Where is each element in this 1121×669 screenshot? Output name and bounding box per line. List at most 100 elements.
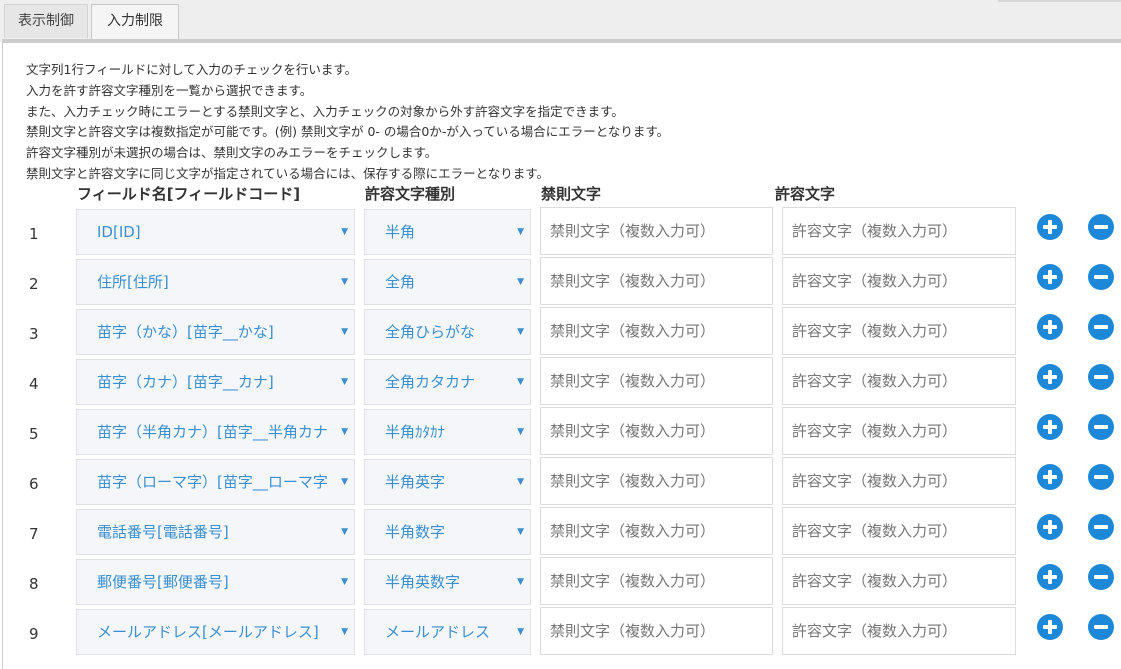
allowed-chars-input[interactable]	[782, 307, 1016, 355]
restriction-row: 5 苗字（半角カナ）[苗字__半角カナ] ▼ 半角ｶﾀｶﾅ ▼	[0, 407, 1121, 459]
char-type-select-value: 半角ｶﾀｶﾅ	[385, 423, 446, 441]
restriction-row: 7 電話番号[電話番号] ▼ 半角数字 ▼	[0, 507, 1121, 559]
remove-row-button[interactable]	[1088, 314, 1114, 340]
field-select[interactable]: 苗字（ローマ字）[苗字__ローマ字] ▼	[76, 459, 355, 505]
plus-icon-bar	[1048, 270, 1052, 284]
forbidden-chars-input[interactable]	[540, 457, 773, 505]
plus-icon-bar	[1048, 520, 1052, 534]
description-line: 文字列1行フィールドに対して入力のチェックを行います。	[26, 62, 358, 77]
remove-row-button[interactable]	[1088, 214, 1114, 240]
allowed-chars-input[interactable]	[782, 507, 1016, 555]
char-type-select[interactable]: 全角 ▼	[364, 259, 531, 305]
char-type-select[interactable]: メールアドレス ▼	[364, 609, 531, 655]
column-header-deny: 禁則文字	[541, 185, 602, 203]
field-select[interactable]: メールアドレス[メールアドレス] ▼	[76, 609, 355, 655]
forbidden-chars-input[interactable]	[540, 257, 773, 305]
plus-icon-bar	[1048, 570, 1052, 584]
field-select[interactable]: 住所[住所] ▼	[76, 259, 355, 305]
forbidden-chars-input[interactable]	[540, 307, 773, 355]
chevron-down-icon: ▼	[517, 477, 524, 487]
plus-icon-bar	[1048, 370, 1052, 384]
forbidden-chars-input[interactable]	[540, 507, 773, 555]
char-type-select[interactable]: 半角ｶﾀｶﾅ ▼	[364, 409, 531, 455]
allowed-chars-input[interactable]	[782, 557, 1016, 605]
row-number: 9	[29, 625, 39, 643]
field-select-value: ID[ID]	[97, 223, 141, 241]
field-select-value: 苗字（ローマ字）[苗字__ローマ字]	[97, 473, 329, 491]
field-select[interactable]: ID[ID] ▼	[76, 209, 355, 255]
chevron-down-icon: ▼	[341, 627, 348, 637]
remove-row-button[interactable]	[1088, 614, 1114, 640]
field-select[interactable]: 苗字（かな）[苗字__かな] ▼	[76, 309, 355, 355]
chevron-down-icon: ▼	[517, 227, 524, 237]
description: 文字列1行フィールドに対して入力のチェックを行います。 入力を許す許容文字種別を…	[26, 60, 669, 185]
forbidden-chars-input[interactable]	[540, 407, 773, 455]
add-row-button[interactable]	[1037, 214, 1063, 240]
minus-icon-bar	[1094, 475, 1108, 479]
plus-icon-bar	[1048, 620, 1052, 634]
add-row-button[interactable]	[1037, 464, 1063, 490]
forbidden-chars-input[interactable]	[540, 557, 773, 605]
chevron-down-icon: ▼	[341, 227, 348, 237]
chevron-down-icon: ▼	[517, 627, 524, 637]
restriction-row: 9 メールアドレス[メールアドレス] ▼ メールアドレス ▼	[0, 607, 1121, 659]
allowed-chars-input[interactable]	[782, 457, 1016, 505]
chevron-down-icon: ▼	[517, 527, 524, 537]
field-select-value: 電話番号[電話番号]	[97, 523, 229, 541]
tab-input-restriction[interactable]: 入力制限	[91, 4, 179, 41]
add-row-button[interactable]	[1037, 364, 1063, 390]
remove-row-button[interactable]	[1088, 464, 1114, 490]
row-number: 7	[29, 525, 39, 543]
forbidden-chars-input[interactable]	[540, 357, 773, 405]
char-type-select[interactable]: 半角 ▼	[364, 209, 531, 255]
field-select[interactable]: 電話番号[電話番号] ▼	[76, 509, 355, 555]
add-row-button[interactable]	[1037, 514, 1063, 540]
char-type-select-value: 全角	[385, 273, 416, 291]
remove-row-button[interactable]	[1088, 364, 1114, 390]
restriction-row: 6 苗字（ローマ字）[苗字__ローマ字] ▼ 半角英字 ▼	[0, 457, 1121, 509]
field-select[interactable]: 苗字（カナ）[苗字__カナ] ▼	[76, 359, 355, 405]
chevron-down-icon: ▼	[517, 377, 524, 387]
chevron-down-icon: ▼	[517, 277, 524, 287]
add-row-button[interactable]	[1037, 564, 1063, 590]
char-type-select[interactable]: 半角数字 ▼	[364, 509, 531, 555]
add-row-button[interactable]	[1037, 414, 1063, 440]
forbidden-chars-input[interactable]	[540, 207, 773, 255]
field-select[interactable]: 苗字（半角カナ）[苗字__半角カナ] ▼	[76, 409, 355, 455]
tab-bar-edge	[998, 0, 1121, 2]
row-number: 3	[29, 325, 39, 343]
minus-icon-bar	[1094, 625, 1108, 629]
field-select[interactable]: 郵便番号[郵便番号] ▼	[76, 559, 355, 605]
forbidden-chars-input[interactable]	[540, 607, 773, 655]
allowed-chars-input[interactable]	[782, 257, 1016, 305]
allowed-chars-input[interactable]	[782, 207, 1016, 255]
char-type-select-value: 半角数字	[385, 523, 446, 541]
tab-bar: 表示制御 入力制限	[0, 0, 1121, 42]
char-type-select[interactable]: 全角カタカナ ▼	[364, 359, 531, 405]
description-line: また、入力チェック時にエラーとする禁則文字と、入力チェックの対象から外す許容文字…	[26, 103, 624, 119]
description-line: 禁則文字と許容文字は複数指定が可能です。(例) 禁則文字が 0- の場合0か-が…	[26, 124, 670, 140]
remove-row-button[interactable]	[1088, 564, 1114, 590]
remove-row-button[interactable]	[1088, 414, 1114, 440]
restriction-row: 4 苗字（カナ）[苗字__カナ] ▼ 全角カタカナ ▼	[0, 357, 1121, 409]
char-type-select[interactable]: 半角英字 ▼	[364, 459, 531, 505]
allowed-chars-input[interactable]	[782, 407, 1016, 455]
add-row-button[interactable]	[1037, 264, 1063, 290]
chevron-down-icon: ▼	[341, 527, 348, 537]
char-type-select-value: 半角英字	[385, 473, 446, 491]
remove-row-button[interactable]	[1088, 514, 1114, 540]
remove-row-button[interactable]	[1088, 264, 1114, 290]
field-select-value: メールアドレス[メールアドレス]	[97, 623, 319, 641]
add-row-button[interactable]	[1037, 314, 1063, 340]
char-type-select-value: 全角カタカナ	[385, 373, 476, 391]
plus-icon-bar	[1048, 320, 1052, 334]
minus-icon-bar	[1094, 425, 1108, 429]
tab-display-control[interactable]: 表示制御	[4, 4, 88, 38]
char-type-select-value: 半角	[385, 223, 416, 241]
add-row-button[interactable]	[1037, 614, 1063, 640]
chevron-down-icon: ▼	[341, 577, 348, 587]
allowed-chars-input[interactable]	[782, 607, 1016, 655]
allowed-chars-input[interactable]	[782, 357, 1016, 405]
char-type-select[interactable]: 半角英数字 ▼	[364, 559, 531, 605]
char-type-select[interactable]: 全角ひらがな ▼	[364, 309, 531, 355]
